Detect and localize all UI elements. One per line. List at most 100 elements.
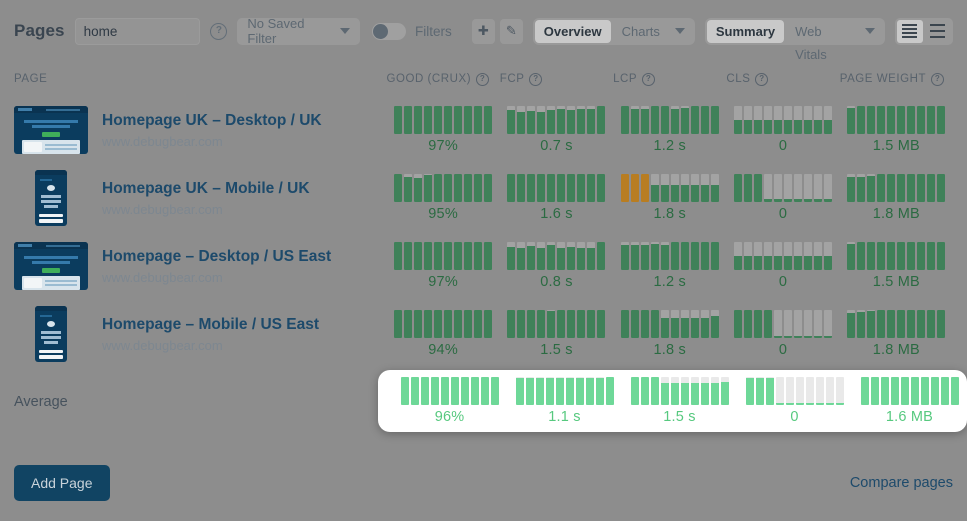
metric-cell[interactable]: 1.5 MB	[840, 106, 953, 154]
mobile-thumbnail[interactable]	[14, 169, 88, 227]
good-crux-help-icon[interactable]: ?	[476, 72, 490, 86]
page-cell[interactable]: Homepage – Desktop / US East www.debugbea…	[14, 242, 386, 290]
sparkline-bar	[650, 310, 659, 338]
sparkline-bar	[930, 377, 939, 405]
metric-value: 1.2 s	[653, 274, 686, 290]
compact-list-view-icon[interactable]	[896, 19, 923, 43]
metric-cell[interactable]: 1.6 s	[500, 174, 613, 222]
table-row[interactable]: Homepage – Desktop / US East www.debugbea…	[14, 232, 953, 300]
metric-cell[interactable]: 1.8 MB	[840, 174, 953, 222]
sparkline-bar	[650, 174, 659, 202]
metric-value: 1.8 MB	[872, 342, 920, 358]
desktop-thumbnail[interactable]	[14, 242, 88, 290]
sparkline-bar	[814, 174, 823, 202]
sparkline-bar	[744, 174, 753, 202]
cls-help-icon[interactable]: ?	[755, 72, 769, 86]
compare-pages-link[interactable]: Compare pages	[850, 475, 953, 491]
metric-cell[interactable]: 0	[737, 377, 852, 425]
mobile-thumbnail[interactable]	[14, 305, 88, 363]
metric-cell[interactable]: 1.2 s	[613, 242, 726, 290]
metric-cell[interactable]: 1.5 s	[622, 377, 737, 425]
add-icon[interactable]: ✚	[471, 18, 495, 44]
sparkline-bar	[535, 377, 544, 405]
sparkline-bar	[680, 310, 689, 338]
metric-cell[interactable]: 0	[726, 310, 839, 358]
search-help-icon[interactable]: ?	[210, 22, 228, 40]
metric-cell[interactable]: 1.5 MB	[840, 242, 953, 290]
table-row[interactable]: Homepage UK – Mobile / UK www.debugbear.c…	[14, 164, 953, 232]
metric-cell[interactable]: 1.8 s	[613, 174, 726, 222]
sparkline-bar	[640, 310, 649, 338]
sparkline-bar	[424, 174, 433, 202]
page-name-link[interactable]: Homepage UK – Desktop / UK	[102, 111, 322, 131]
metric-cell[interactable]: 97%	[386, 242, 499, 290]
sparkline-bar	[660, 377, 669, 405]
sparkline-bar	[804, 242, 813, 270]
sparkline-bar	[630, 377, 639, 405]
sparkline-bar	[414, 310, 423, 338]
metric-cell[interactable]: 1.8 MB	[840, 310, 953, 358]
average-metrics-card[interactable]: 96% 1.1 s 1.5 s 0 1.6 MB	[378, 370, 967, 432]
saved-filter-dropdown[interactable]: No Saved Filter	[237, 16, 361, 46]
table-row[interactable]: Homepage UK – Desktop / UK www.debugbear.…	[14, 96, 953, 164]
sparkline-bar	[734, 106, 743, 134]
sparkline-bar	[764, 106, 773, 134]
spaced-list-view-icon[interactable]	[925, 20, 951, 43]
metric-cell[interactable]: 95%	[386, 174, 499, 222]
filters-toggle[interactable]	[372, 22, 407, 40]
metric-cell[interactable]: 0	[726, 174, 839, 222]
sparkline-bar	[517, 106, 526, 134]
desktop-thumbnail[interactable]	[14, 106, 88, 154]
sparkline-bar	[887, 174, 896, 202]
page-name-link[interactable]: Homepage – Desktop / US East	[102, 247, 331, 267]
page-cell[interactable]: Homepage UK – Mobile / UK www.debugbear.c…	[14, 169, 386, 227]
sparkline-bar	[620, 106, 629, 134]
sparkline-bar	[464, 310, 473, 338]
top-toolbar: Pages home ? No Saved Filter Filters ✚ ✎…	[0, 0, 967, 62]
page-cell[interactable]: Homepage UK – Desktop / UK www.debugbear.…	[14, 106, 386, 154]
metric-cell[interactable]: 94%	[386, 310, 499, 358]
tab-web-vitals[interactable]: Web Vitals	[786, 20, 859, 62]
search-input[interactable]: home	[74, 17, 201, 45]
metric-value: 94%	[428, 342, 458, 358]
filters-toggle-group[interactable]: Filters	[372, 22, 452, 40]
metric-cell[interactable]: 1.1 s	[507, 377, 622, 425]
sparkline-bar	[450, 377, 459, 405]
metric-cell[interactable]: 1.8 s	[613, 310, 726, 358]
metric-cell[interactable]: 1.2 s	[613, 106, 726, 154]
pencil-icon[interactable]: ✎	[499, 18, 523, 44]
sparkline-bar	[805, 377, 814, 405]
metric-cell[interactable]: 1.5 s	[500, 310, 613, 358]
fcp-help-icon[interactable]: ?	[529, 72, 543, 86]
sparkline-bar	[547, 242, 556, 270]
sparkline-bar	[927, 242, 936, 270]
view-tab-dropdown[interactable]	[671, 28, 693, 34]
page-name-link[interactable]: Homepage UK – Mobile / UK	[102, 179, 310, 199]
metric-cell[interactable]: 1.6 MB	[852, 377, 967, 425]
metric-cell[interactable]: 0.7 s	[500, 106, 613, 154]
metric-cell[interactable]: 97%	[386, 106, 499, 154]
page-weight-help-icon[interactable]: ?	[931, 72, 945, 86]
page-cell[interactable]: Homepage – Mobile / US East www.debugbear…	[14, 305, 386, 363]
sparkline-bar	[795, 377, 804, 405]
sparkline-bar	[424, 106, 433, 134]
metric-cell[interactable]: 0.8 s	[500, 242, 613, 290]
sparkline-bar	[434, 106, 443, 134]
metric-cell[interactable]: 96%	[392, 377, 507, 425]
tab-summary[interactable]: Summary	[706, 19, 785, 43]
sparkline-bar	[630, 174, 639, 202]
sparkline-bar	[394, 106, 403, 134]
column-header-cls: CLS ?	[726, 72, 839, 86]
page-name-link[interactable]: Homepage – Mobile / US East	[102, 315, 319, 335]
tab-charts[interactable]: Charts	[613, 20, 669, 43]
tab-overview[interactable]: Overview	[534, 19, 611, 43]
metric-cell[interactable]: 0	[726, 106, 839, 154]
table-row[interactable]: Homepage – Mobile / US East www.debugbear…	[14, 300, 953, 368]
metric-tab-dropdown[interactable]	[861, 28, 883, 34]
sparkline-bar	[887, 242, 896, 270]
metric-cell[interactable]: 0	[726, 242, 839, 290]
add-page-button[interactable]: Add Page	[14, 464, 110, 501]
sparkline-bar	[444, 174, 453, 202]
lcp-help-icon[interactable]: ?	[642, 72, 656, 86]
sparkline-bar	[474, 106, 483, 134]
